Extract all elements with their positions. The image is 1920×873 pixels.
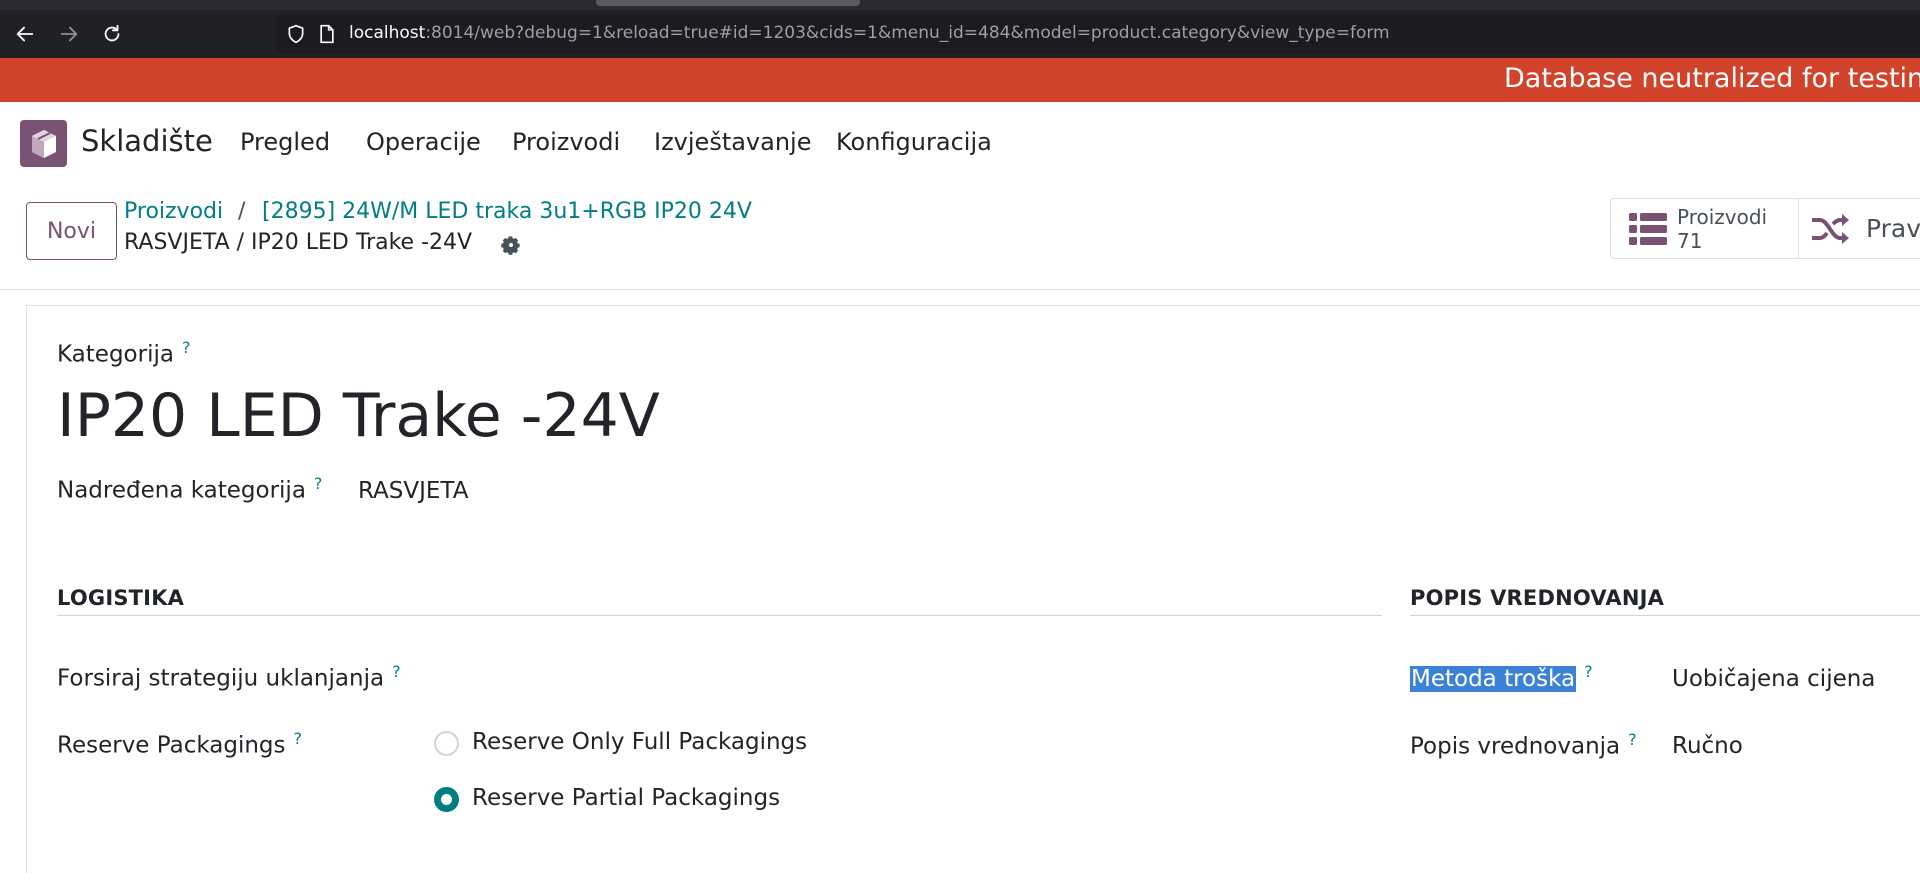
- new-button[interactable]: Novi: [26, 202, 117, 260]
- reload-button[interactable]: [95, 18, 129, 50]
- help-tooltip[interactable]: ?: [314, 474, 323, 493]
- rules-stat-label: Pravila: [1866, 214, 1920, 243]
- app-name[interactable]: Skladište: [81, 124, 213, 158]
- shuffle-icon: [1812, 214, 1849, 244]
- logistics-section-title: LOGISTIKA: [57, 586, 185, 610]
- form-sheet: Kategorija? IP20 LED Trake -24V Nadređen…: [26, 305, 1920, 873]
- help-tooltip[interactable]: ?: [1584, 662, 1593, 681]
- removal-strategy-label: Forsiraj strategiju uklanjanja?: [57, 662, 401, 692]
- logistics-divider: [57, 615, 1382, 616]
- tab-strip: [0, 0, 1920, 10]
- products-stat-button[interactable]: Proizvodi 71: [1611, 199, 1799, 258]
- banner-text: Database neutralized for testing: [1504, 63, 1920, 94]
- products-stat-count: 71: [1677, 229, 1703, 253]
- help-tooltip[interactable]: ?: [392, 662, 401, 681]
- control-panel: Novi Proizvodi / [2895] 24W/M LED traka …: [0, 184, 1920, 290]
- valuation-divider: [1410, 615, 1920, 616]
- parent-category-label-text: Nadređena kategorija: [57, 477, 306, 504]
- url-text[interactable]: localhost:8014/web?debug=1&reload=true#i…: [349, 23, 1390, 43]
- parent-category-label: Nadređena kategorija?: [57, 474, 322, 504]
- breadcrumb-proizvodi[interactable]: Proizvodi: [124, 199, 223, 224]
- list-icon: [1629, 213, 1667, 245]
- rules-stat-button[interactable]: Pravila: [1800, 199, 1920, 258]
- breadcrumb-current: RASVJETA / IP20 LED Trake -24V: [124, 230, 473, 255]
- stat-buttons: Proizvodi 71 Pravila: [1610, 198, 1920, 259]
- breadcrumb-separator: /: [238, 199, 246, 224]
- reload-icon: [104, 24, 120, 42]
- radio-full-packagings-label[interactable]: Reserve Only Full Packagings: [472, 729, 807, 755]
- inventory-valuation-label: Popis vrednovanja?: [1410, 730, 1637, 760]
- parent-category-field[interactable]: RASVJETA: [358, 478, 468, 504]
- help-tooltip[interactable]: ?: [1628, 730, 1637, 749]
- radio-partial-packagings[interactable]: [434, 787, 459, 812]
- category-label: Kategorija?: [57, 338, 190, 368]
- inventory-valuation-field[interactable]: Ručno: [1672, 733, 1743, 759]
- menu-item-konfiguracija[interactable]: Konfiguracija: [836, 128, 992, 156]
- reserve-packagings-label-text: Reserve Packagings: [57, 732, 286, 759]
- category-name-field[interactable]: IP20 LED Trake -24V: [57, 381, 660, 451]
- forward-button[interactable]: [52, 18, 86, 50]
- main-navbar: Skladište Pregled Operacije Proizvodi Iz…: [0, 102, 1920, 184]
- address-bar[interactable]: localhost:8014/web?debug=1&reload=true#i…: [276, 14, 1920, 54]
- radio-partial-packagings-label[interactable]: Reserve Partial Packagings: [472, 785, 780, 811]
- products-stat-label: Proizvodi: [1677, 205, 1768, 229]
- cost-method-field[interactable]: Uobičajena cijena: [1672, 666, 1875, 692]
- help-tooltip[interactable]: ?: [294, 729, 303, 748]
- neutralized-banner: Database neutralized for testing: [0, 58, 1920, 102]
- menu-item-izvjestavanje[interactable]: Izvještavanje: [654, 128, 812, 156]
- menu-item-pregled[interactable]: Pregled: [240, 128, 330, 156]
- url-host: localhost: [349, 23, 426, 43]
- arrow-right-icon: [60, 26, 78, 42]
- active-tab[interactable]: [596, 0, 860, 6]
- radio-full-packagings[interactable]: [434, 731, 459, 756]
- browser-toolbar: localhost:8014/web?debug=1&reload=true#i…: [0, 0, 1920, 58]
- help-tooltip[interactable]: ?: [182, 338, 191, 357]
- valuation-section-title: POPIS VREDNOVANJA: [1410, 586, 1665, 610]
- cost-method-label-text: Metoda troška: [1410, 665, 1577, 692]
- back-button[interactable]: [8, 18, 42, 50]
- page-icon[interactable]: [318, 24, 336, 44]
- shield-icon[interactable]: [286, 24, 306, 44]
- category-label-text: Kategorija: [57, 341, 174, 368]
- menu-item-operacije[interactable]: Operacije: [366, 128, 481, 156]
- gear-icon[interactable]: [500, 234, 522, 256]
- arrow-left-icon: [16, 26, 34, 42]
- inventory-box-icon: [31, 129, 56, 158]
- cost-method-label: Metoda troška?: [1410, 662, 1593, 692]
- inventory-valuation-label-text: Popis vrednovanja: [1410, 733, 1621, 760]
- url-path: :8014/web?debug=1&reload=true#id=1203&ci…: [425, 23, 1390, 43]
- app-menu-button[interactable]: [20, 120, 67, 167]
- reserve-packagings-label: Reserve Packagings?: [57, 729, 302, 759]
- breadcrumb-product[interactable]: [2895] 24W/M LED traka 3u1+RGB IP20 24V: [262, 199, 752, 224]
- removal-strategy-label-text: Forsiraj strategiju uklanjanja: [57, 665, 385, 692]
- menu-item-proizvodi[interactable]: Proizvodi: [512, 128, 620, 156]
